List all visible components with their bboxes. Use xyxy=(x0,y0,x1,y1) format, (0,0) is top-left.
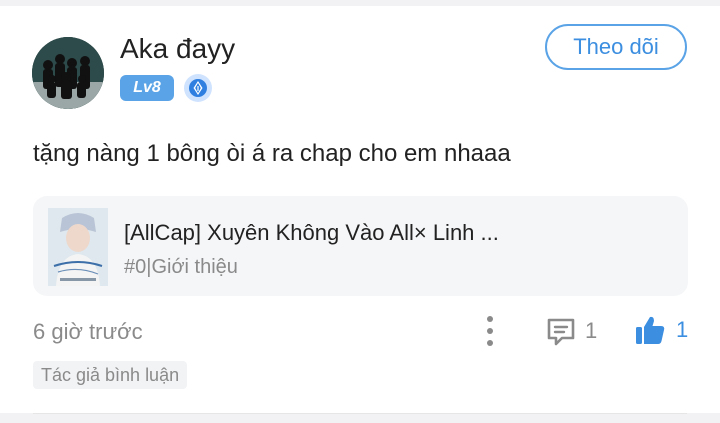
timestamp: 6 giờ trước xyxy=(33,319,143,344)
level-badge: Lv8 xyxy=(120,75,174,101)
username[interactable]: Aka đayy xyxy=(120,33,235,65)
story-title: [AllCap] Xuyên Không Vào All× Linh ... xyxy=(124,220,499,245)
avatar[interactable] xyxy=(32,37,104,109)
bottom-divider xyxy=(0,413,720,423)
author-comment-tag: Tác giả bình luận xyxy=(33,361,188,389)
follow-button[interactable]: Theo dõi xyxy=(545,24,687,70)
linked-story-card[interactable]: [AllCap] Xuyên Không Vào All× Linh ... #… xyxy=(33,196,688,296)
like-count: 1 xyxy=(676,317,689,342)
pen-nib-icon xyxy=(184,74,212,102)
reply-button[interactable]: 1 xyxy=(545,314,597,348)
thumbs-up-icon xyxy=(636,316,665,344)
top-divider xyxy=(0,0,720,6)
comment-icon xyxy=(547,318,575,346)
like-button[interactable]: 1 xyxy=(634,312,688,348)
reply-count: 1 xyxy=(585,318,598,343)
story-thumbnail xyxy=(48,208,108,286)
comment-text: tặng nàng 1 bông òi á ra chap cho em nha… xyxy=(33,140,511,167)
more-vertical-icon[interactable] xyxy=(480,314,500,348)
story-chapter: #0|Giới thiệu xyxy=(124,256,238,278)
